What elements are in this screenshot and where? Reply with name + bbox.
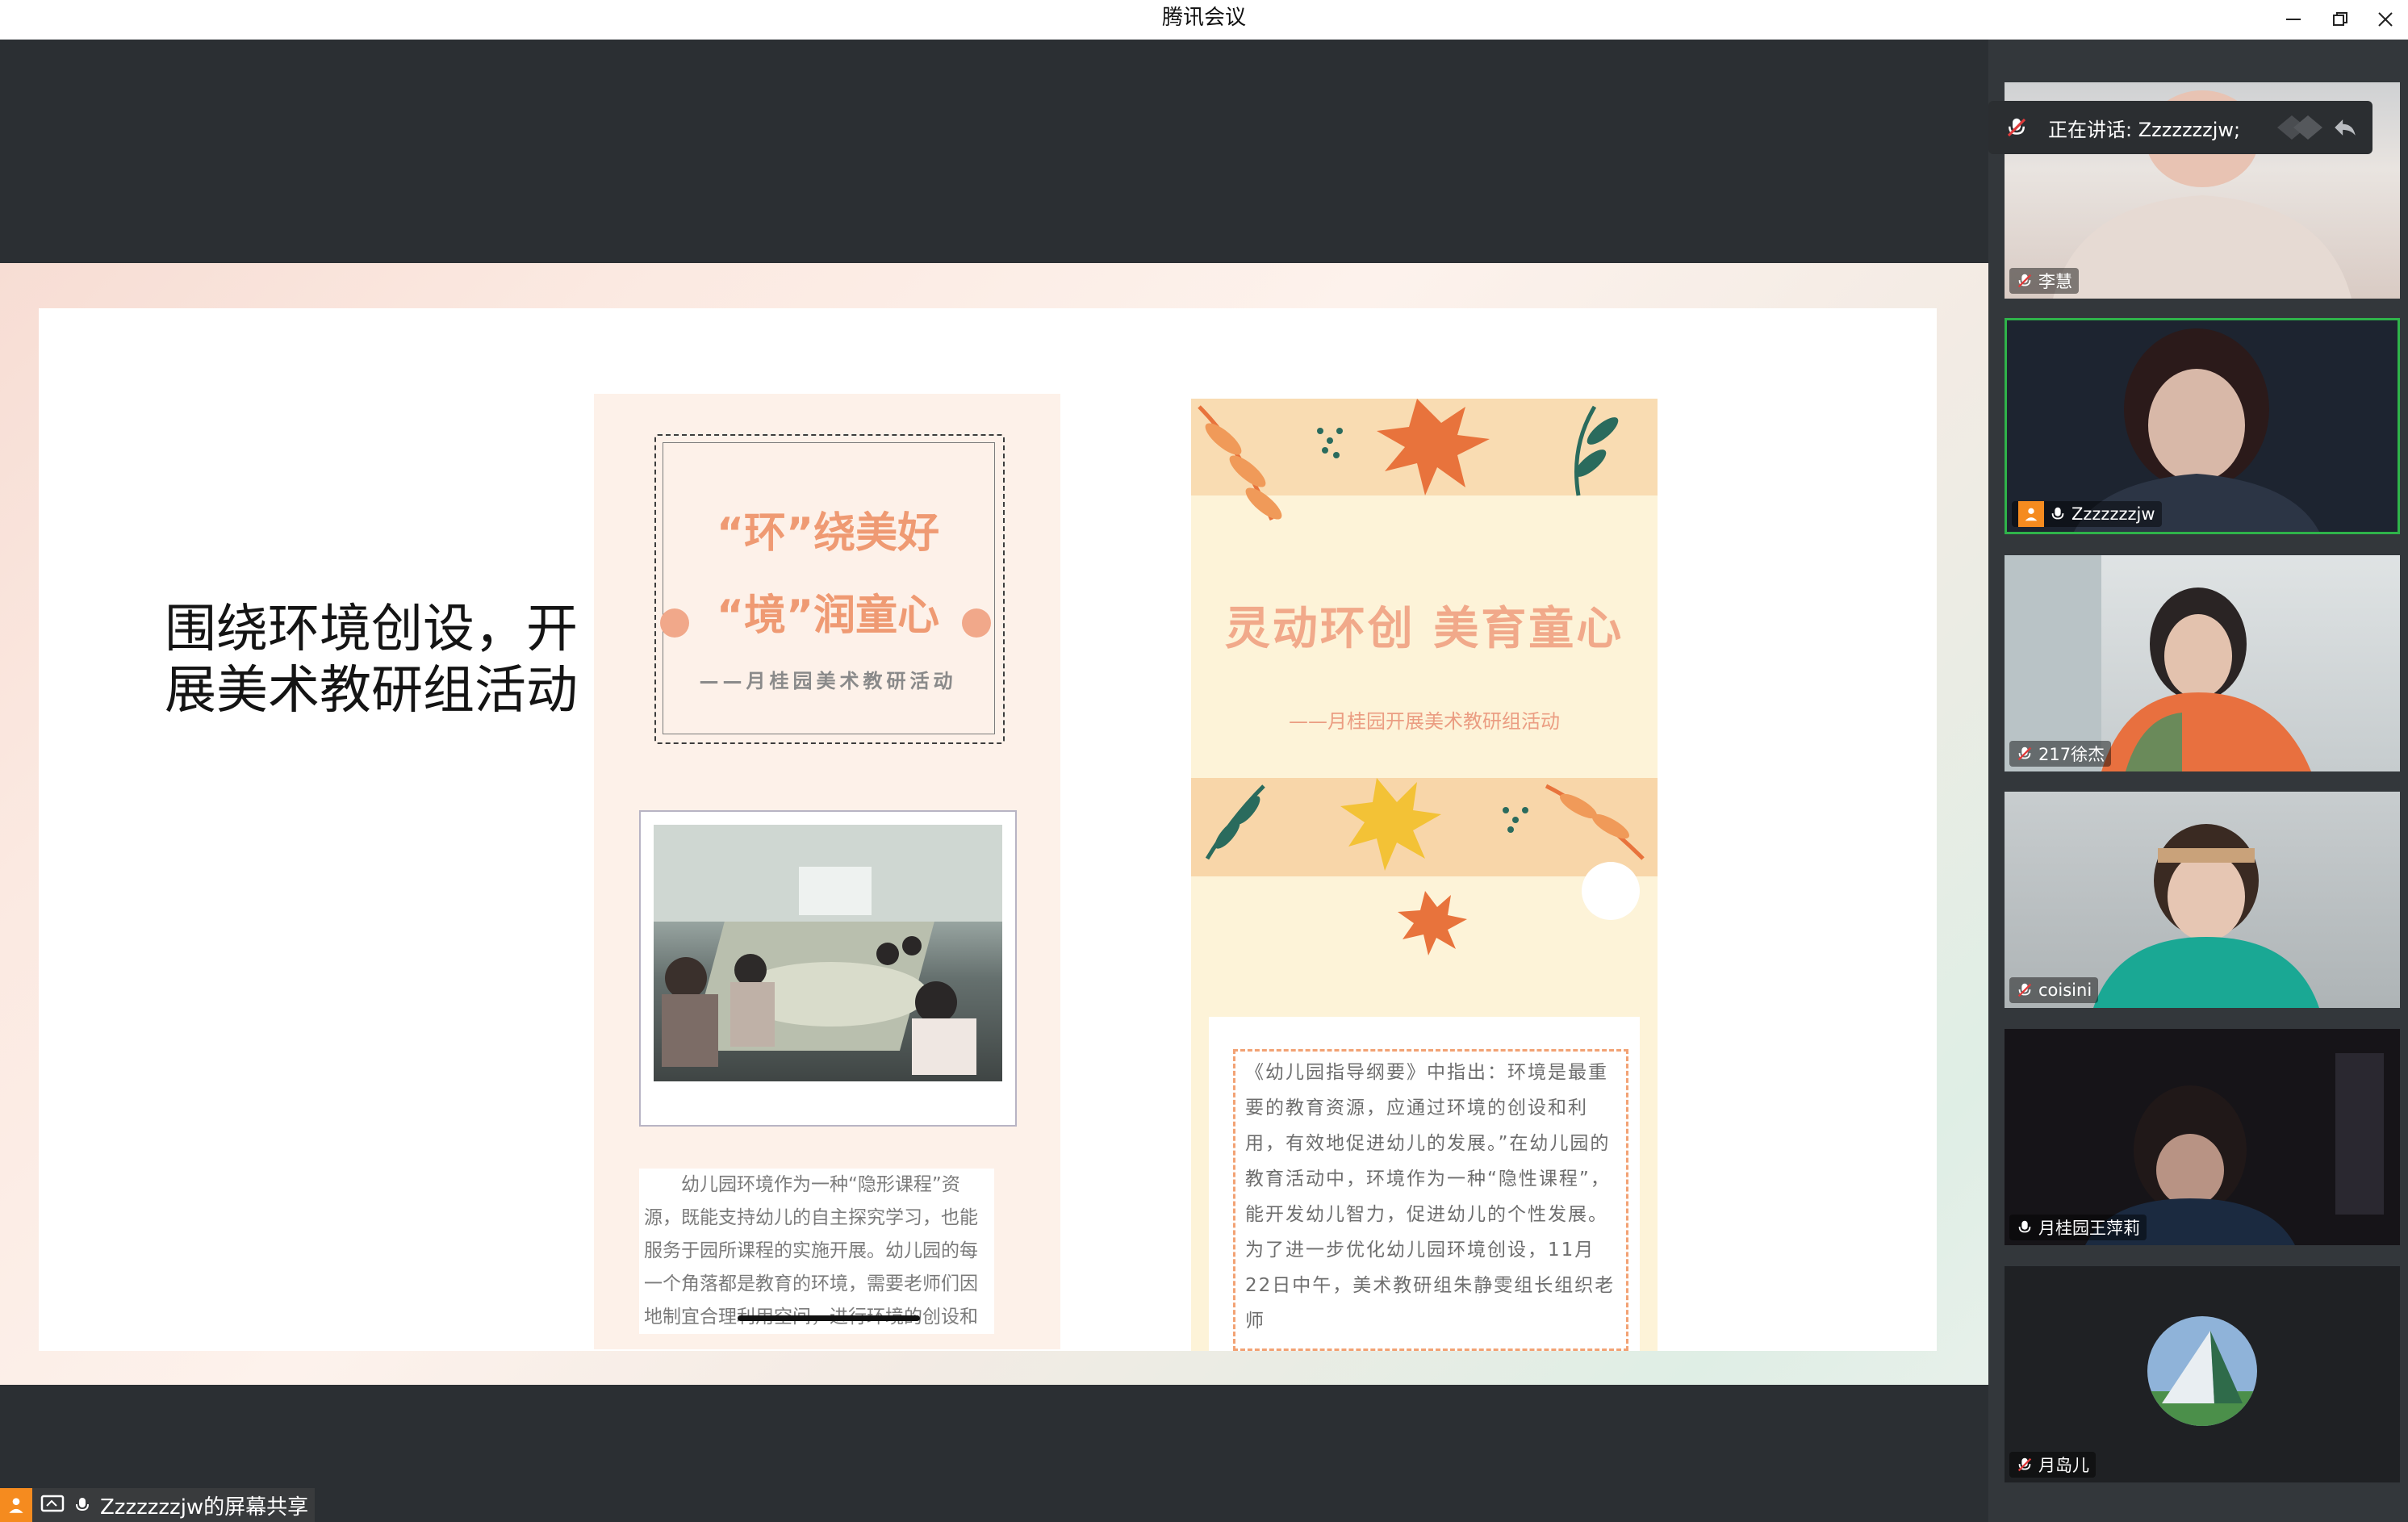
screen-share-icon — [40, 1495, 65, 1512]
participant-name: 月岛儿 — [2038, 1456, 2089, 1475]
meeting-room-illustration — [654, 825, 1002, 1075]
participant-tile[interactable]: 月岛儿 — [2005, 1266, 2400, 1482]
participant-name-bar: coisini — [2009, 977, 2099, 1003]
participant-name: Zzzzzzzjw — [2071, 504, 2155, 524]
poster-left-title-line2: “境”润童心 — [716, 592, 940, 640]
poster-right: 灵动环创 美育童心 ——月桂园开展美术教研组活动 《幼儿园指导纲要》中指出：环境… — [1191, 399, 1658, 1351]
participant-name-bar: 月桂园王萍莉 — [2009, 1215, 2147, 1240]
participant-tile[interactable]: 月桂园王萍莉 — [2005, 1029, 2400, 1245]
participant-tile-active[interactable]: Zzzzzzzjw — [2005, 318, 2400, 534]
participant-name: 李慧 — [2038, 272, 2072, 291]
slide-heading: 围绕环境创设，开 展美术教研组活动 — [165, 599, 617, 721]
mic-muted-icon — [2017, 983, 2032, 997]
shared-screen-area: 围绕环境创设，开 展美术教研组活动 “环”绕美好 “境”润童心 ——月桂园美术教… — [0, 40, 1988, 1522]
restore-button[interactable] — [2318, 3, 2363, 36]
poster-right-title: 灵动环创 美育童心 — [1224, 603, 1624, 655]
host-icon — [2018, 501, 2044, 527]
slide-content: 围绕环境创设，开 展美术教研组活动 “环”绕美好 “境”润童心 ——月桂园美术教… — [39, 308, 1937, 1351]
participant-name-bar: 217徐杰 — [2009, 741, 2112, 767]
slide-heading-line2: 展美术教研组活动 — [165, 661, 578, 721]
participant-sidebar: 李慧 Zzzzzzzjw 217徐杰 coisini 月桂园王萍莉 月岛儿 — [1988, 40, 2408, 1522]
mic-muted-icon — [2017, 274, 2032, 288]
close-icon — [2378, 12, 2393, 27]
meeting-room-photo — [654, 825, 1002, 1081]
collapse-icon[interactable] — [2331, 114, 2360, 141]
meeting-photo-card — [639, 810, 1017, 1127]
screen-share-bar: Zzzzzzzjw的屏幕共享 — [0, 1488, 316, 1522]
poster-right-body: 《幼儿园指导纲要》中指出：环境是最重要的教育资源，应通过环境的创设和利用，有效地… — [1233, 1049, 1628, 1351]
participant-video — [2093, 824, 2319, 1008]
scroll-indicator — [738, 1315, 920, 1321]
autumn-leaves-middle-icon — [1205, 778, 1645, 955]
window-title: 腾讯会议 — [1161, 6, 1246, 30]
participant-name: 217徐杰 — [2038, 745, 2105, 764]
speaking-label: 正在讲话: Zzzzzzzjw; — [2048, 118, 2241, 141]
slide-heading-line1: 围绕环境创设，开 — [165, 600, 578, 659]
mic-muted-icon[interactable] — [2005, 115, 2029, 140]
host-icon — [0, 1488, 32, 1522]
poster-left-title-line1: “环”绕美好 — [716, 509, 940, 558]
poster-right-text-card: 《幼儿园指导纲要》中指出：环境是最重要的教育资源，应通过环境的创设和利用，有效地… — [1209, 1017, 1640, 1351]
signal-icon — [2277, 115, 2322, 140]
screen-share-label: Zzzzzzzjw的屏幕共享 — [100, 1495, 309, 1520]
mic-icon — [2018, 1220, 2031, 1233]
mic-icon — [76, 1498, 89, 1512]
participant-tile[interactable]: coisini — [2005, 792, 2400, 1008]
presentation-slide: 围绕环境创设，开 展美术教研组活动 “环”绕美好 “境”润童心 ——月桂园美术教… — [0, 263, 1988, 1385]
restore-icon — [2333, 12, 2347, 26]
mic-muted-icon — [2017, 1457, 2032, 1472]
close-button[interactable] — [2363, 3, 2408, 36]
poster-left-body: 幼儿园环境作为一种“隐形课程”资源，既能支持幼儿的自主探究学习，也能服务于园所课… — [639, 1169, 994, 1334]
participant-tile[interactable]: 217徐杰 — [2005, 555, 2400, 771]
minimize-icon — [2286, 19, 2301, 20]
participant-name: coisini — [2038, 981, 2092, 1000]
poster-left: “环”绕美好 “境”润童心 ——月桂园美术教研活动 幼儿园环境作为一种“隐形课程… — [594, 394, 1060, 1349]
minimize-button[interactable] — [2271, 3, 2316, 36]
title-bar: 腾讯会议 — [0, 0, 2408, 40]
mic-muted-icon — [2017, 746, 2032, 761]
participant-name: 月桂园王萍莉 — [2038, 1219, 2140, 1238]
participant-name-bar: Zzzzzzzjw — [2012, 501, 2162, 527]
speaking-indicator: 正在讲话: Zzzzzzzjw; — [1988, 101, 2372, 154]
mic-icon — [2051, 507, 2064, 520]
poster-right-subtitle: ——月桂园开展美术教研组活动 — [1289, 710, 1560, 733]
participant-name-bar: 月岛儿 — [2009, 1452, 2096, 1478]
participant-video — [2005, 555, 2311, 771]
autumn-leaves-top-icon — [1198, 399, 1619, 521]
participant-name-bar: 李慧 — [2009, 268, 2079, 294]
participant-video — [2085, 1053, 2384, 1245]
poster-left-subtitle: ——月桂园美术教研活动 — [699, 670, 957, 692]
avatar — [2147, 1316, 2257, 1426]
